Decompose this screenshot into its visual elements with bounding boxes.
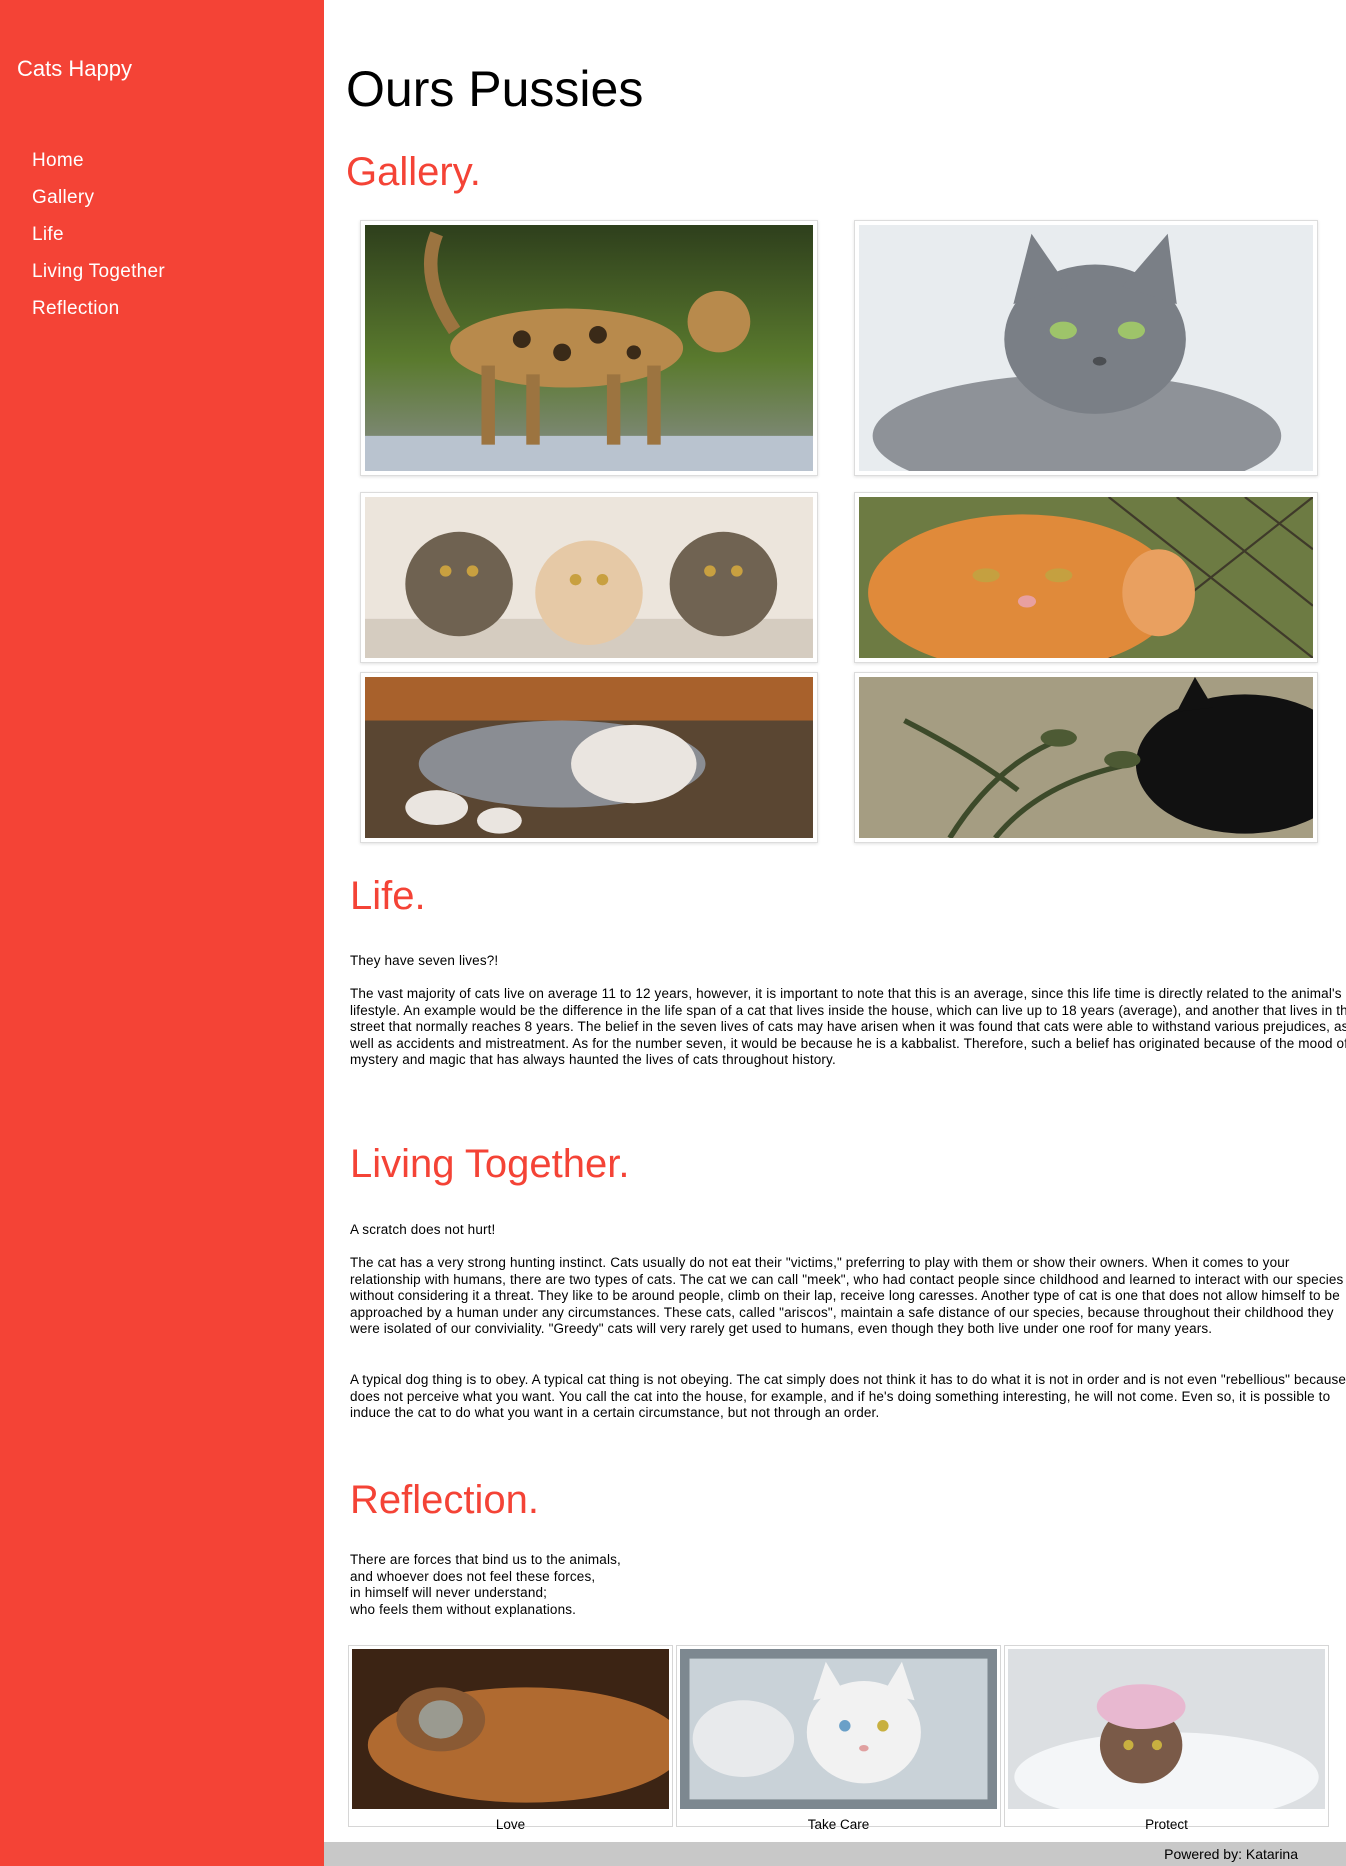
white-cat-window-image [680, 1649, 997, 1809]
take-care-tile: Take Care [676, 1645, 1001, 1832]
protect-caption: Protect [1145, 1817, 1188, 1832]
page-title: Ours Pussies [346, 61, 644, 117]
sidebar-item-life[interactable]: Life [32, 223, 165, 260]
poem-line: in himself will never understand; [350, 1585, 548, 1601]
bengal-cat-photo [360, 220, 818, 476]
black-cat-plant-photo [854, 672, 1346, 843]
black-cat-plant-image [859, 677, 1346, 840]
love-caption: Love [495, 1817, 526, 1832]
brand-link[interactable]: Cats Happy [17, 56, 132, 82]
cat-lying-upside-down-photo [360, 672, 818, 843]
protect-tile: Protect [1004, 1645, 1329, 1832]
poem-line: There are forces that bind us to the ani… [350, 1552, 621, 1567]
sidebar-item-home[interactable]: Home [32, 149, 165, 186]
three-maine-coons-image [365, 497, 813, 658]
love-tile: Love [348, 1645, 685, 1832]
life-heading: Life. [350, 874, 426, 918]
bengal-cat-image [365, 225, 813, 471]
living-together-body-1: The cat has a very strong hunting instin… [350, 1255, 1344, 1337]
footer-credit: Powered by: Katarina [1164, 1846, 1298, 1862]
sidebar: Cats Happy Home Gallery Life Living Toge… [0, 0, 324, 1866]
dog-and-kitten-image [352, 1649, 685, 1809]
sidebar-item-living-together[interactable]: Living Together [32, 260, 165, 297]
orange-tabby-image [859, 496, 1314, 672]
life-body: The vast majority of cats live on averag… [350, 986, 1346, 1068]
sidebar-nav: Home Gallery Life Living Together Reflec… [32, 149, 165, 334]
three-maine-coons-photo [360, 492, 818, 663]
living-together-body-2: A typical dog thing is to obey. A typica… [350, 1372, 1346, 1421]
life-lead: They have seven lives?! [350, 953, 499, 968]
take-care-caption: Take Care [807, 1817, 870, 1832]
cat-lying-upside-down-image [365, 677, 813, 838]
gallery-heading: Gallery. [346, 150, 481, 194]
living-together-heading: Living Together. [350, 1142, 630, 1186]
living-together-lead: A scratch does not hurt! [350, 1222, 496, 1237]
footer: Powered by: Katarina [324, 1842, 1346, 1866]
poem-line: and whoever does not feel these forces, [350, 1568, 596, 1584]
reflection-poem: There are forces that bind us to the ani… [350, 1552, 1310, 1618]
sidebar-item-gallery[interactable]: Gallery [32, 186, 165, 223]
gray-cat-image [859, 225, 1313, 498]
gray-cat-photo [854, 220, 1318, 498]
cat-in-shower-cap-image [1008, 1649, 1325, 1822]
poem-line: who feels them without explanations. [350, 1601, 577, 1617]
reflection-heading: Reflection. [350, 1478, 539, 1522]
sidebar-item-reflection[interactable]: Reflection [32, 297, 165, 334]
orange-tabby-photo [854, 492, 1318, 672]
main-content: Ours Pussies Gallery. Life. They have se… [324, 0, 1346, 1866]
